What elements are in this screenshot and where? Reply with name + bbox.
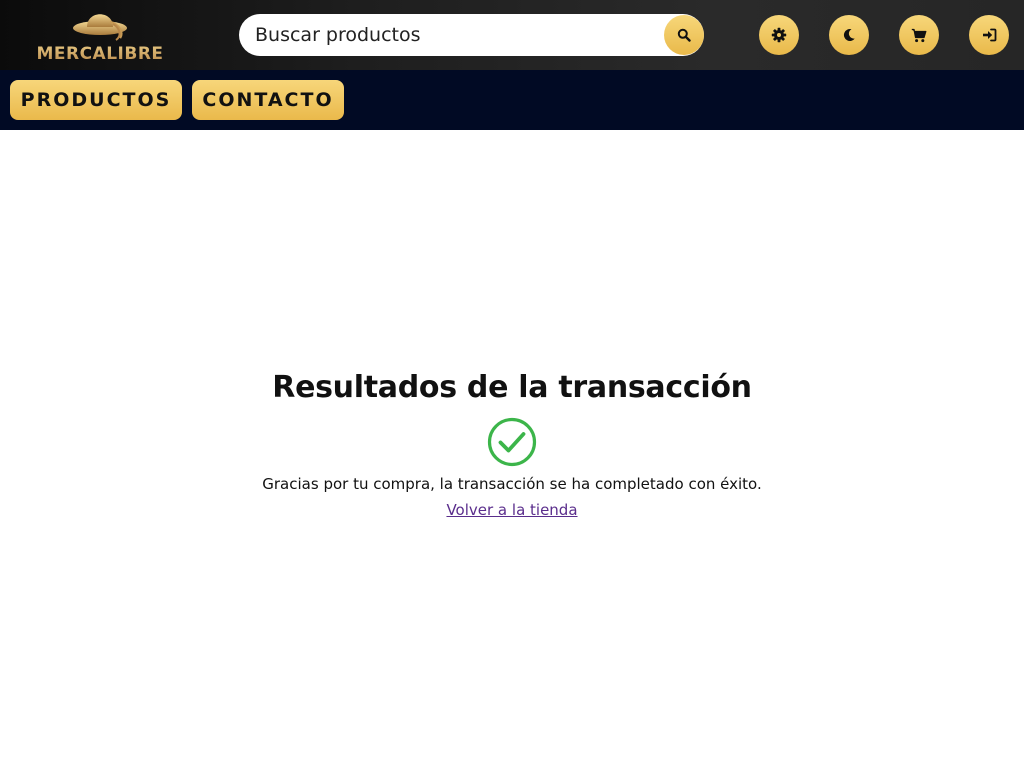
login-button[interactable] bbox=[969, 15, 1009, 55]
cart-icon bbox=[911, 28, 927, 42]
dark-mode-button[interactable] bbox=[829, 15, 869, 55]
settings-button[interactable] bbox=[759, 15, 799, 55]
login-icon bbox=[982, 28, 996, 42]
brand-name: MERCALIBRE bbox=[30, 44, 170, 64]
hat-logo-icon bbox=[73, 14, 127, 41]
main-nav: PRODUCTOS CONTACTO bbox=[0, 70, 1024, 130]
nav-contacto-button[interactable]: CONTACTO bbox=[192, 80, 344, 120]
success-message: Gracias por tu compra, la transacción se… bbox=[262, 475, 762, 493]
search-icon bbox=[677, 28, 691, 42]
back-to-store-link[interactable]: Volver a la tienda bbox=[446, 501, 577, 519]
search-input[interactable] bbox=[239, 14, 659, 56]
search-button[interactable] bbox=[664, 15, 704, 55]
cart-button[interactable] bbox=[899, 15, 939, 55]
nav-productos-button[interactable]: PRODUCTOS bbox=[10, 80, 182, 120]
settings-icon bbox=[771, 27, 787, 43]
top-header: MERCALIBRE bbox=[0, 0, 1024, 70]
check-circle-icon bbox=[487, 417, 537, 467]
page-title: Resultados de la transacción bbox=[272, 370, 752, 405]
moon-icon bbox=[843, 28, 855, 41]
search-bar bbox=[239, 14, 704, 56]
brand-logo[interactable]: MERCALIBRE bbox=[30, 4, 170, 66]
transaction-result: Resultados de la transacción Gracias por… bbox=[0, 370, 1024, 519]
